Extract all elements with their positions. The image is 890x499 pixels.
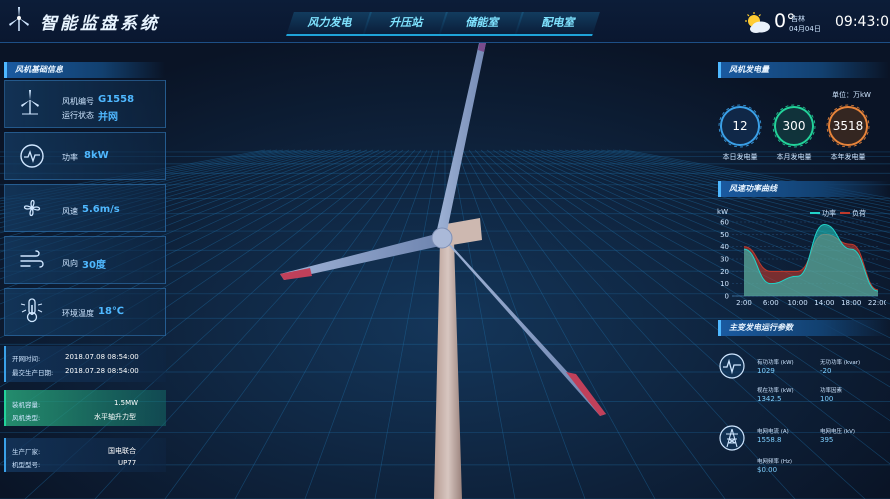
grid-current-label: 电网电流 (A): [757, 429, 789, 435]
grid-frequency-value: $0.00: [757, 466, 778, 474]
pulse-gauge-icon: [719, 353, 745, 379]
wind-direction-value: 30度: [82, 260, 106, 271]
wind-turbine-icon: [21, 90, 39, 115]
y-tick-label: 0: [725, 293, 729, 301]
tab-wind-power[interactable]: 风力发电: [286, 12, 372, 36]
fan-type-value: 水平轴升力型: [94, 413, 136, 421]
model-value: UP77: [118, 459, 137, 467]
fan-type-label: 风机类型:: [12, 414, 41, 422]
capacity-label: 装机容量:: [12, 401, 41, 409]
apparent-power-value: 1342.5: [757, 395, 782, 403]
y-tick-label: 30: [720, 256, 729, 264]
running-title: 主变发电运行参数: [718, 320, 889, 336]
generation-unit: 单位：万kW: [832, 91, 871, 99]
wind-speed-label: 风速: [62, 207, 78, 216]
fan-id-value: G1558: [98, 94, 135, 105]
x-tick-label: 22:00: [868, 299, 886, 307]
wind-speed-value: 5.6m/s: [82, 204, 120, 215]
generation-title: 风机发电量: [718, 62, 889, 78]
legend-label: 功率: [822, 209, 836, 218]
monthly-gen-label: 本月发电量: [776, 153, 812, 161]
weather-date: 04月04日: [789, 25, 821, 33]
monthly-gen-value: 300: [782, 119, 806, 133]
apparent-power-label: 视在功率 (kW): [757, 388, 794, 394]
status-label: 运行状态: [62, 111, 94, 120]
maker-value: 国电联合: [108, 447, 136, 455]
tab-booster-station[interactable]: 升压站: [362, 12, 448, 36]
fan-icon: [23, 199, 41, 217]
x-tick-label: 10:00: [788, 299, 808, 307]
grid-voltage-label: 电网电压 (kV): [820, 429, 855, 435]
wind-icon: [20, 250, 44, 268]
thermometer-sun-icon: [20, 298, 43, 323]
pulse-gauge-icon: [20, 144, 44, 168]
wind-turbine-icon: [9, 7, 29, 31]
series-area-0: [744, 224, 878, 296]
x-tick-label: 6:00: [763, 299, 779, 307]
daily-gen-value: 12: [732, 119, 748, 133]
tab-energy-storage[interactable]: 储能室: [438, 12, 524, 36]
grid-frequency-label: 电网频率 (Hz): [757, 459, 793, 465]
clock: 09:43:07: [835, 14, 890, 30]
turbine-hub: [431, 227, 453, 249]
fan-info-title: 风机基础信息: [4, 62, 165, 78]
app-title: 智能监盘系统: [40, 14, 160, 34]
grid-voltage-value: 395: [820, 436, 834, 444]
ambient-temp-label: 环境温度: [62, 309, 94, 318]
power-label: 功率: [62, 153, 78, 162]
commission-date-label: 最交生产日期:: [12, 369, 54, 377]
active-power-value: 1029: [757, 367, 775, 375]
yearly-gen-label: 本年发电量: [830, 153, 866, 161]
y-tick-label: 10: [720, 280, 729, 288]
commission-date-value: 2018.07.28 08:54:00: [65, 367, 139, 375]
start-date-label: 开网时间:: [12, 355, 41, 363]
y-tick-label: 60: [720, 219, 729, 227]
wind-power-chart: kW 功率 负荷 0 10 20 30 40 50 60 2:00 6:00 10:00 14:00…: [717, 208, 886, 307]
wind-direction-label: 风向: [62, 259, 78, 268]
partly-cloudy-icon: [745, 12, 770, 33]
model-label: 机型型号:: [12, 461, 41, 469]
fan-id-label: 风机编号: [62, 97, 94, 106]
power-factor-value: 100: [820, 395, 834, 403]
capacity-value: 1.5MW: [114, 399, 139, 407]
reactive-power-value: -20: [820, 367, 832, 375]
weather-city: 吉林: [791, 15, 805, 23]
ambient-temp-value: 18℃: [98, 306, 125, 317]
status-value: 并网: [98, 112, 118, 123]
legend-label: 负荷: [852, 209, 866, 218]
chart-title: 风速功率曲线: [718, 181, 889, 197]
power-factor-label: 功率因素: [820, 388, 843, 394]
chart-ylabel: kW: [717, 208, 728, 216]
grid-current-value: 1558.8: [757, 436, 782, 444]
y-tick-label: 50: [720, 231, 729, 239]
y-tick-label: 40: [720, 243, 729, 251]
power-value: 8kW: [84, 150, 109, 161]
maker-label: 生产厂家:: [12, 448, 41, 456]
reactive-power-label: 无功功率 (kvar): [820, 360, 861, 366]
yearly-gen-value: 3518: [832, 119, 864, 133]
active-power-label: 有功功率 (kW): [757, 360, 794, 366]
x-tick-label: 18:00: [841, 299, 861, 307]
x-tick-label: 2:00: [736, 299, 752, 307]
tab-distribution-room[interactable]: 配电室: [514, 12, 600, 36]
start-date-value: 2018.07.08 08:54:00: [65, 353, 139, 361]
x-tick-label: 14:00: [814, 299, 834, 307]
daily-gen-label: 本日发电量: [722, 153, 758, 161]
y-tick-label: 20: [720, 268, 729, 276]
power-tower-icon: [719, 425, 745, 451]
